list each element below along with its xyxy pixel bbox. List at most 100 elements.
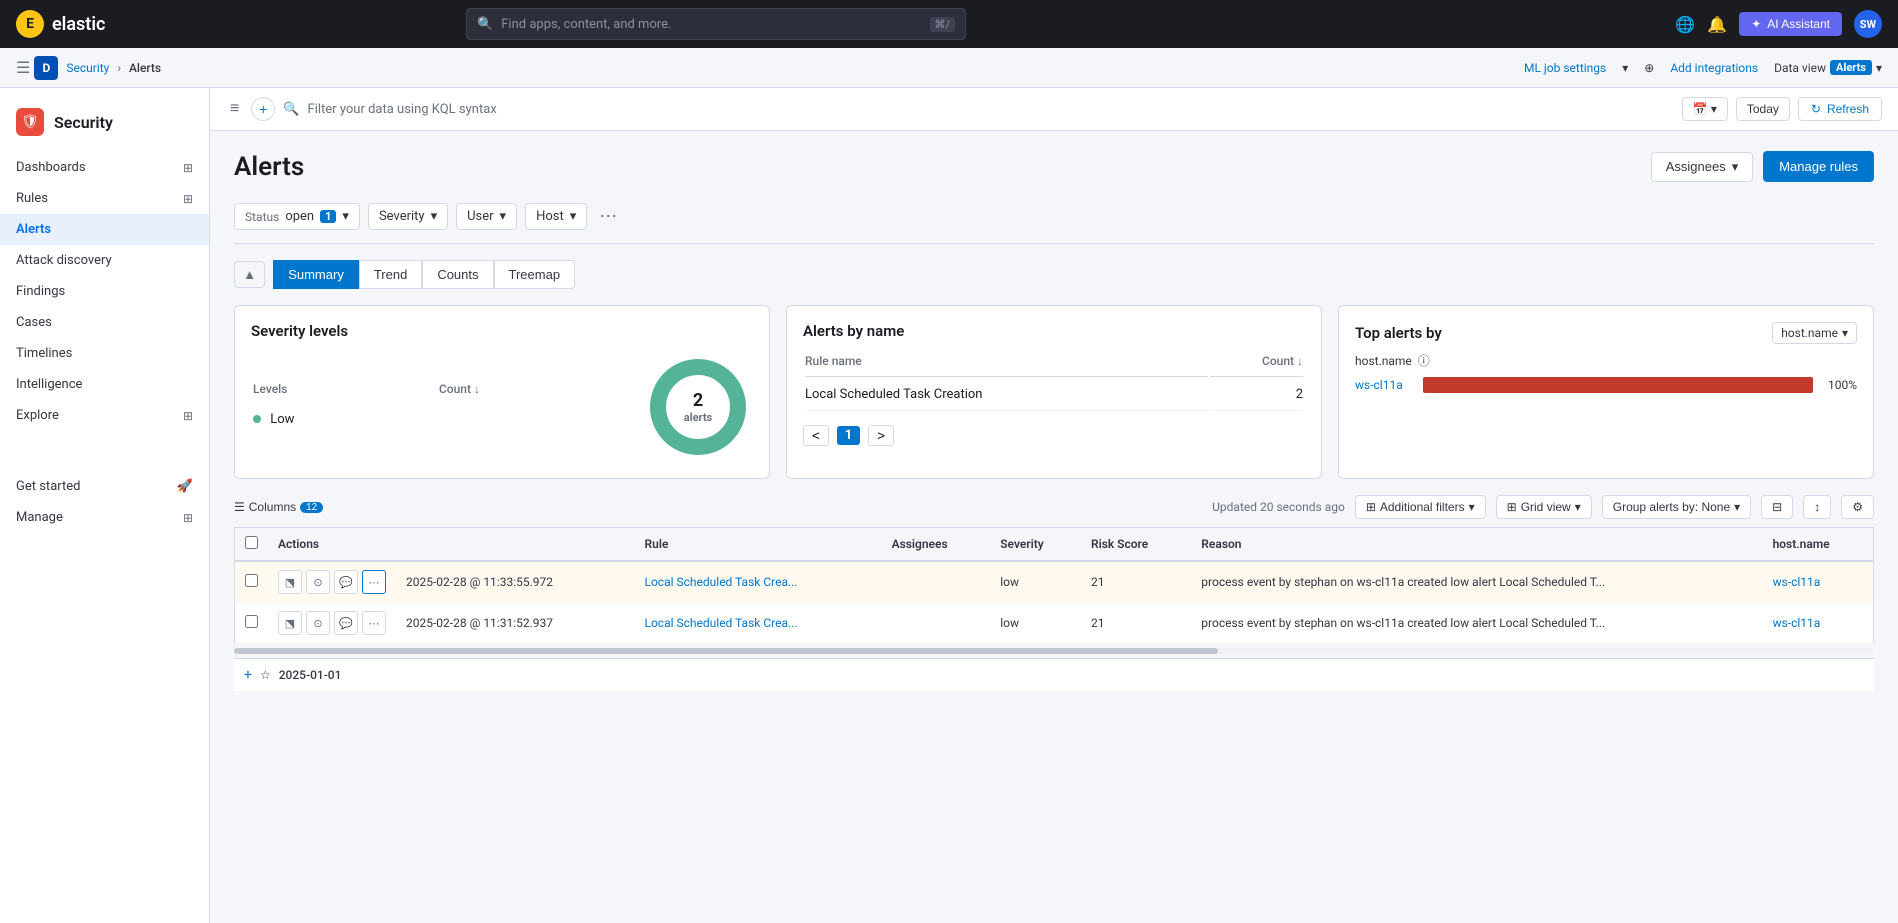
info-icon[interactable]: ⓘ (1418, 352, 1430, 369)
top-alerts-dropdown[interactable]: host.name ▾ (1772, 322, 1857, 344)
settings-button[interactable]: ⚙ (1841, 495, 1874, 519)
globe-icon[interactable]: 🌐 (1675, 15, 1695, 34)
assignees-header: Assignees (882, 528, 991, 562)
columns-button[interactable]: ☰ Columns 12 (234, 500, 323, 514)
sidebar-item-attack-discovery[interactable]: Attack discovery (0, 245, 209, 276)
row-risk-2: 21 (1081, 603, 1191, 644)
page-content: Alerts Assignees ▾ Manage rules Status o… (210, 131, 1898, 711)
user-filter[interactable]: User ▾ (456, 203, 517, 230)
elastic-logo-text: elastic (52, 14, 105, 35)
view-tabs-row: ▲ Summary Trend Counts Treemap (234, 260, 1874, 289)
grid-icon: ⊞ (1507, 500, 1517, 514)
today-button[interactable]: Today (1736, 97, 1790, 121)
row-hostname-2[interactable]: ws-cl11a (1763, 603, 1874, 644)
alerts-by-name-table: Rule name Count ↓ Local Scheduled Task C… (803, 352, 1305, 413)
investigate-icon[interactable]: ⊙ (306, 570, 330, 594)
select-all-checkbox[interactable] (245, 536, 258, 549)
rules-grid-icon: ⊞ (183, 192, 193, 206)
breadcrumb-current: Alerts (129, 61, 161, 75)
top-alerts-header: Top alerts by host.name ▾ (1355, 322, 1857, 344)
alerts-by-name-row: Local Scheduled Task Creation 2 (805, 379, 1303, 411)
explore-label: Explore (16, 408, 59, 423)
expand-icon[interactable]: ⬔ (278, 570, 302, 594)
row-hostname-1[interactable]: ws-cl11a (1763, 561, 1874, 603)
date-group-add-icon[interactable]: + (244, 667, 252, 683)
grid-view-button[interactable]: ⊞ Grid view ▾ (1496, 495, 1592, 519)
table-toolbar: ☰ Columns 12 Updated 20 seconds ago ⊞ Ad… (234, 495, 1874, 519)
comment-icon[interactable]: 💬 (334, 570, 358, 594)
sidebar-item-rules[interactable]: Rules ⊞ (0, 183, 209, 214)
sidebar-item-intelligence[interactable]: Intelligence (0, 369, 209, 400)
status-filter[interactable]: Status open 1 ▾ (234, 203, 360, 230)
global-search[interactable]: 🔍 Find apps, content, and more. ⌘/ (466, 8, 966, 40)
horizontal-scrollbar[interactable] (234, 648, 1874, 654)
sidebar-item-alerts[interactable]: Alerts (0, 214, 209, 245)
bell-icon[interactable]: 🔔 (1707, 15, 1727, 34)
severity-filter[interactable]: Severity ▾ (368, 203, 448, 230)
more-actions-icon[interactable]: ⋯ (362, 570, 386, 594)
dashboards-grid-icon: ⊞ (183, 161, 193, 175)
page-title: Alerts (234, 152, 304, 182)
group-alerts-button[interactable]: Group alerts by: None ▾ (1602, 495, 1751, 519)
page-header: Alerts Assignees ▾ Manage rules (234, 151, 1874, 182)
sidebar-item-cases[interactable]: Cases (0, 307, 209, 338)
add-integrations-link[interactable]: Add integrations (1670, 61, 1758, 75)
elastic-logo[interactable]: E elastic (16, 10, 105, 38)
additional-filters-button[interactable]: ⊞ Additional filters ▾ (1355, 495, 1486, 519)
rule-count-cell: 2 (1210, 379, 1303, 411)
calendar-icon[interactable]: 📅 ▾ (1682, 97, 1728, 121)
sidebar-item-get-started[interactable]: Get started 🚀 (0, 471, 209, 502)
kql-filter-input[interactable]: 🔍 Filter your data using KQL syntax (283, 102, 1673, 117)
filter-bar-right: 📅 ▾ Today ↻ Refresh (1682, 97, 1882, 121)
row-severity-2: low (990, 603, 1081, 644)
bar-label[interactable]: ws-cl11a (1355, 378, 1415, 392)
breadcrumb-actions: ML job settings ▾ ⊕ Add integrations Dat… (1524, 60, 1882, 75)
row-rule-1[interactable]: Local Scheduled Task Crea... (635, 561, 882, 603)
tab-treemap[interactable]: Treemap (494, 260, 576, 289)
sidebar-item-dashboards[interactable]: Dashboards ⊞ (0, 152, 209, 183)
tab-summary[interactable]: Summary (273, 260, 359, 289)
date-group-star-icon[interactable]: ☆ (260, 668, 271, 682)
next-page-button[interactable]: > (868, 425, 894, 446)
columns-count-badge: 12 (300, 502, 323, 513)
alerts-chevron-icon[interactable]: ▾ (1876, 61, 1882, 75)
host-filter[interactable]: Host ▾ (525, 203, 587, 230)
fields-view-button[interactable]: ⊟ (1761, 495, 1793, 519)
assignees-button[interactable]: Assignees ▾ (1651, 152, 1754, 182)
host-name-subheader: host.name (1355, 354, 1412, 368)
severity-card-title: Severity levels (251, 322, 753, 340)
row-checkbox-1[interactable] (235, 561, 269, 603)
tab-trend[interactable]: Trend (359, 260, 422, 289)
row-checkbox-2[interactable] (235, 603, 269, 644)
comment-icon-2[interactable]: 💬 (334, 611, 358, 635)
sidebar-item-manage[interactable]: Manage ⊞ (0, 502, 209, 533)
sidebar-item-timelines[interactable]: Timelines (0, 338, 209, 369)
count-sort-icon[interactable]: ↓ (1297, 354, 1303, 368)
filter-collapse-button[interactable]: ≡ (226, 96, 243, 122)
sort-icon: ↕ (1814, 500, 1820, 514)
hamburger-icon[interactable]: ☰ (16, 58, 30, 77)
prev-page-button[interactable]: < (803, 425, 829, 446)
refresh-button[interactable]: ↻ Refresh (1798, 97, 1882, 121)
row-rule-2[interactable]: Local Scheduled Task Crea... (635, 603, 882, 644)
sidebar-item-findings[interactable]: Findings (0, 276, 209, 307)
more-actions-icon-2[interactable]: ⋯ (362, 611, 386, 635)
alerts-badge[interactable]: Alerts (1830, 60, 1872, 75)
search-shortcut: ⌘/ (930, 17, 956, 32)
sidebar-item-explore[interactable]: Explore ⊞ (0, 400, 209, 431)
expand-icon-2[interactable]: ⬔ (278, 611, 302, 635)
tab-counts[interactable]: Counts (422, 260, 493, 289)
filter-add-button[interactable]: + (251, 97, 275, 121)
ml-job-settings-link[interactable]: ML job settings (1524, 61, 1606, 75)
breadcrumb-security[interactable]: Security (66, 61, 109, 75)
more-filters-icon[interactable]: ⋯ (595, 202, 621, 231)
manage-rules-button[interactable]: Manage rules (1763, 151, 1874, 182)
sort-down-icon[interactable]: ↓ (474, 382, 480, 396)
page-header-actions: Assignees ▾ Manage rules (1651, 151, 1874, 182)
host-label: Host (536, 209, 564, 224)
user-avatar[interactable]: SW (1854, 10, 1882, 38)
investigate-icon-2[interactable]: ⊙ (306, 611, 330, 635)
ai-assistant-button[interactable]: ✦ AI Assistant (1739, 12, 1842, 36)
sort-button[interactable]: ↕ (1803, 495, 1831, 519)
collapse-panel-button[interactable]: ▲ (234, 261, 265, 288)
